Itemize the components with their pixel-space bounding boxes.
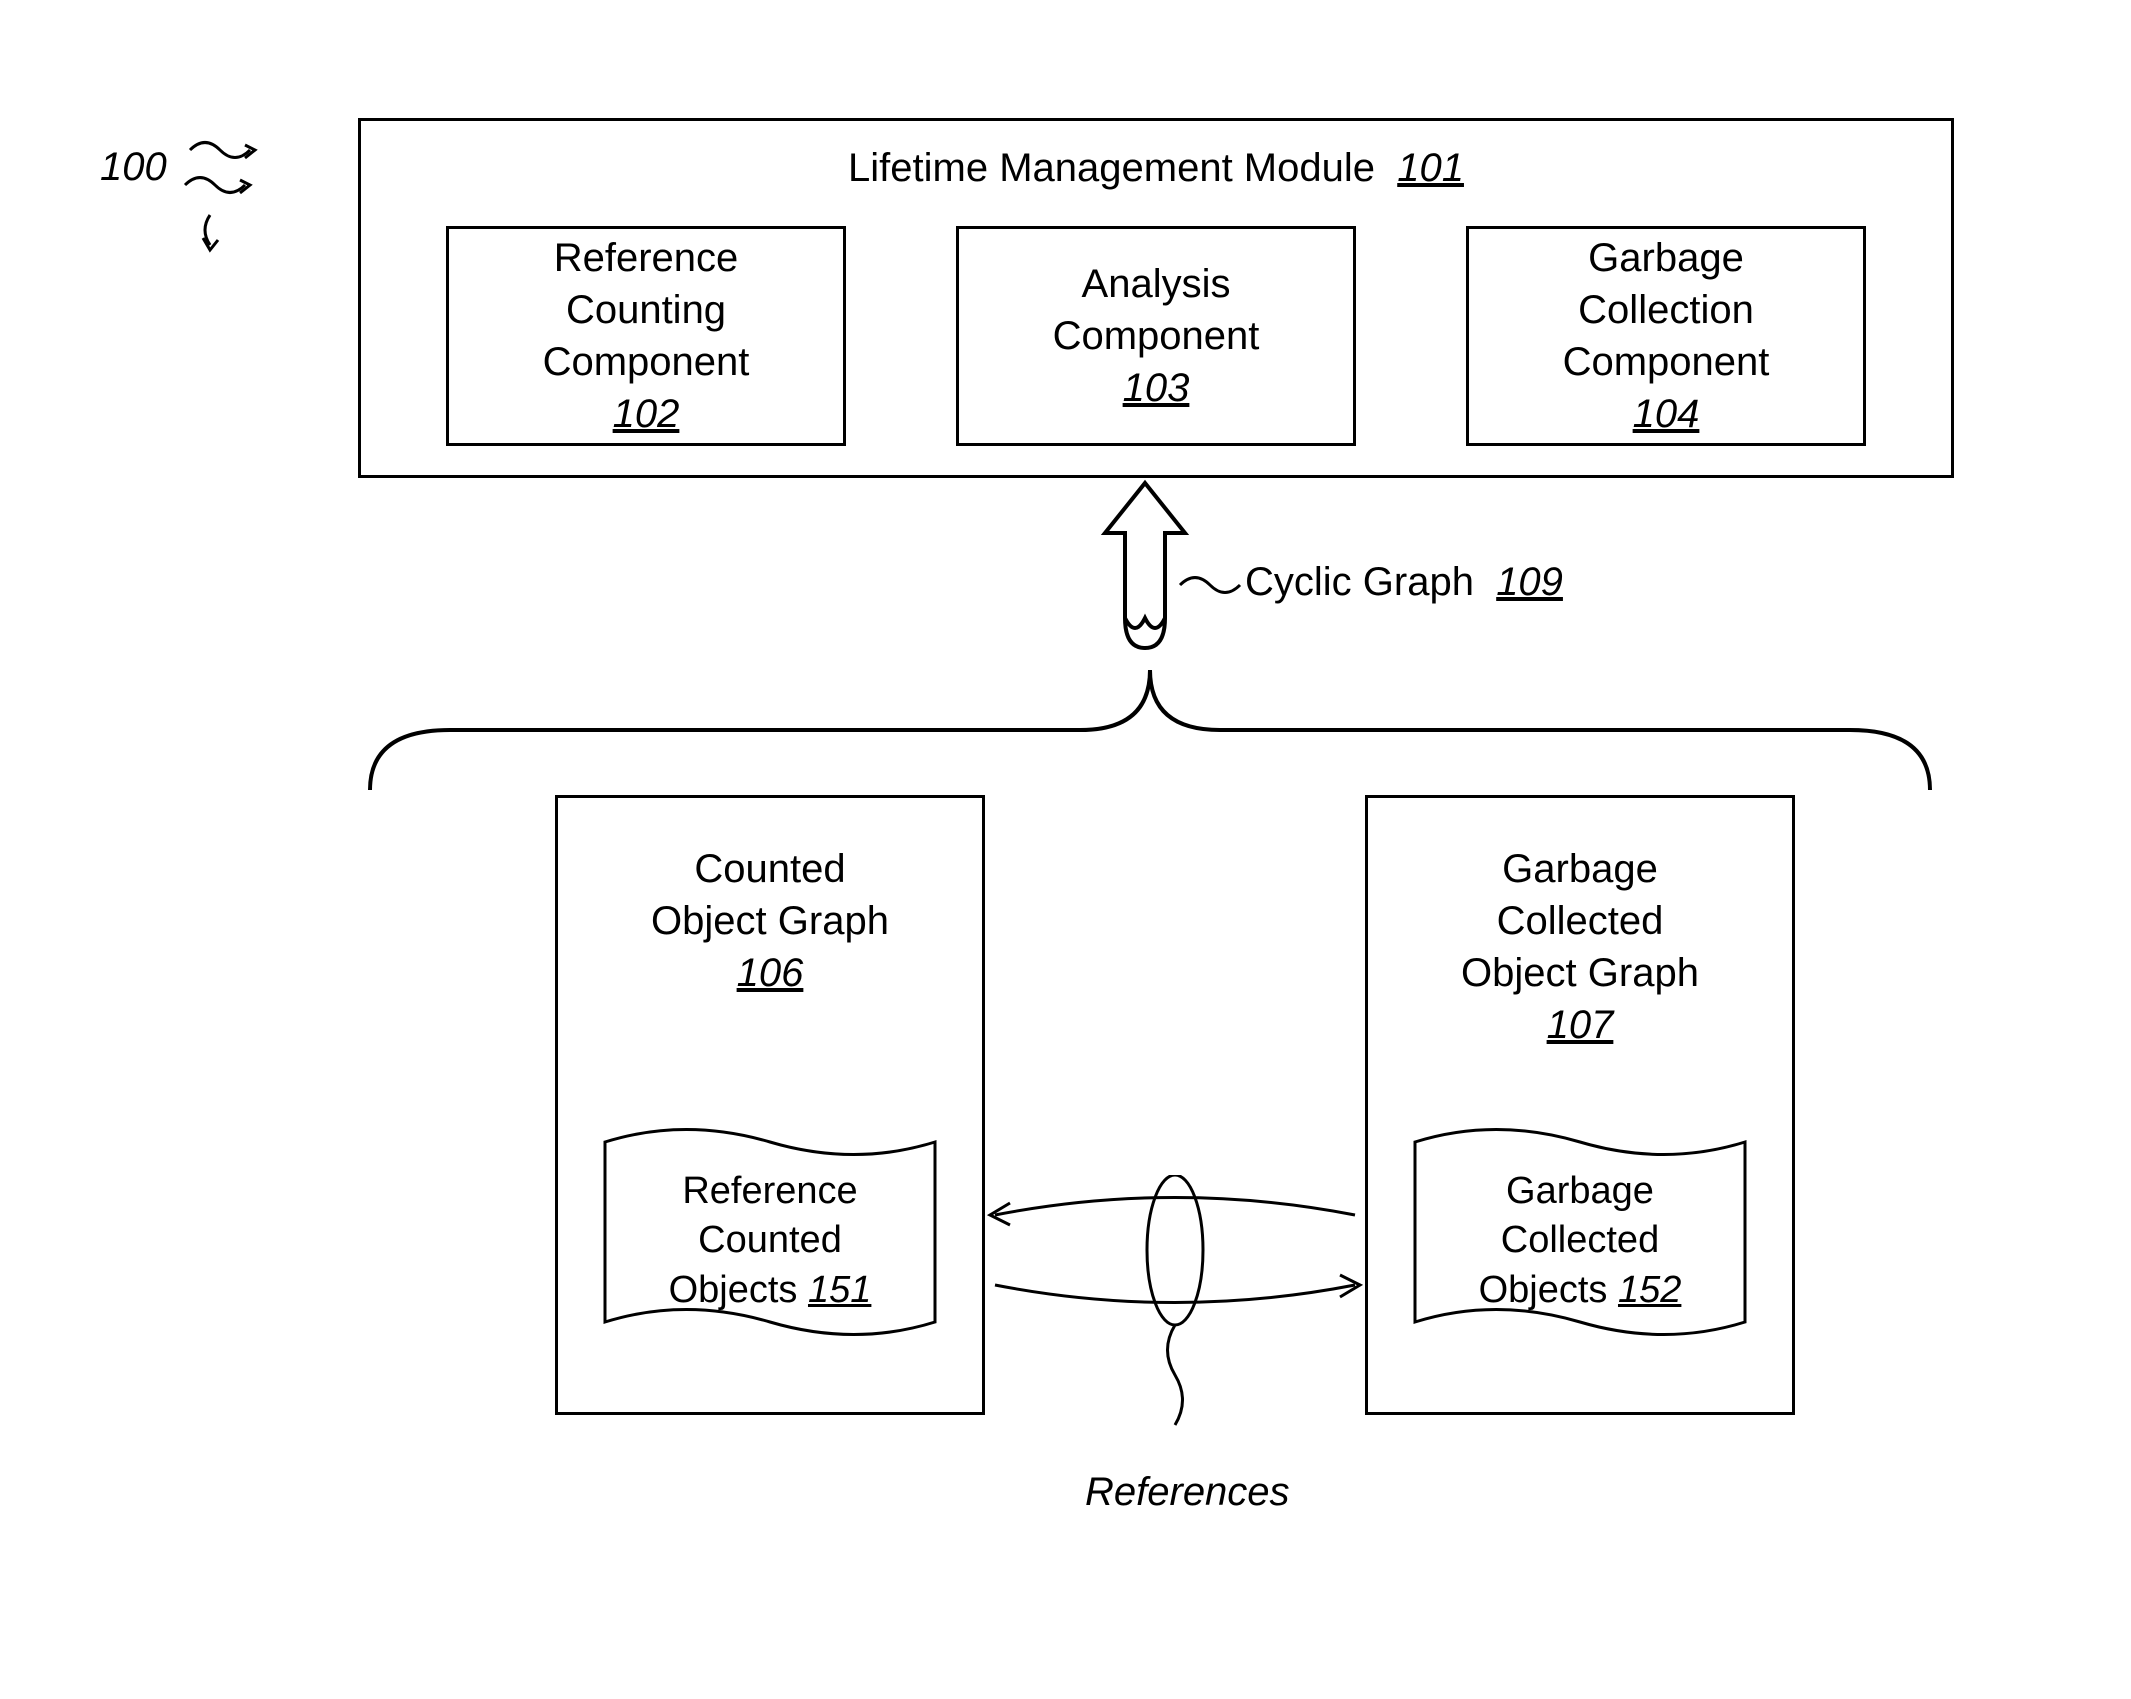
title-line: Counted (651, 843, 889, 895)
doc-line: Objects 151 (608, 1266, 932, 1315)
title-line: Object Graph (651, 895, 889, 947)
garbage-collection-component: Garbage Collection Component 104 (1466, 226, 1866, 446)
comp-line: Counting (566, 284, 726, 336)
lifetime-management-module: Lifetime Management Module 101 Reference… (358, 118, 1954, 478)
graph-num: 107 (1461, 999, 1699, 1051)
doc-label: Garbage Collected Objects 152 (1410, 1167, 1750, 1315)
doc-line: Garbage (1418, 1167, 1742, 1216)
graph-title: Counted Object Graph 106 (651, 843, 889, 999)
references-arrows-icon (985, 1175, 1365, 1435)
doc-label: Reference Counted Objects 151 (600, 1167, 940, 1315)
analysis-component: Analysis Component 103 (956, 226, 1356, 446)
graph-title: Garbage Collected Object Graph 107 (1461, 843, 1699, 1051)
comp-line: Reference (554, 232, 739, 284)
module-title-text: Lifetime Management Module (848, 146, 1375, 190)
doc-line: Counted (608, 1216, 932, 1265)
counted-object-graph: Counted Object Graph 106 Reference Count… (555, 795, 985, 1415)
title-line: Garbage (1461, 843, 1699, 895)
cyclic-num: 109 (1496, 560, 1563, 604)
comp-line: Component (543, 336, 750, 388)
bottom-graphs: Counted Object Graph 106 Reference Count… (555, 795, 1795, 1415)
squiggle-icon (180, 130, 300, 270)
title-line: Collected (1461, 895, 1699, 947)
title-line: Object Graph (1461, 947, 1699, 999)
garbage-collected-object-graph: Garbage Collected Object Graph 107 Garba… (1365, 795, 1795, 1415)
comp-line: Component (1053, 310, 1260, 362)
curly-brace-icon (350, 660, 1970, 800)
comp-line: Collection (1578, 284, 1754, 336)
reference-counting-component: Reference Counting Component 102 (446, 226, 846, 446)
garbage-collected-objects-doc: Garbage Collected Objects 152 (1410, 1112, 1750, 1352)
squiggle-connector-icon (1175, 560, 1245, 610)
comp-num: 102 (613, 388, 680, 440)
doc-line: Reference (608, 1167, 932, 1216)
comp-line: Component (1563, 336, 1770, 388)
module-title-num: 101 (1397, 146, 1464, 190)
cyclic-graph-label: Cyclic Graph 109 (1245, 560, 1563, 605)
comp-line: Analysis (1082, 258, 1231, 310)
cyclic-text: Cyclic Graph (1245, 560, 1474, 604)
components-row: Reference Counting Component 102 Analysi… (361, 226, 1951, 446)
comp-num: 103 (1123, 362, 1190, 414)
doc-line: Collected (1418, 1216, 1742, 1265)
comp-num: 104 (1633, 388, 1700, 440)
reference-counted-objects-doc: Reference Counted Objects 151 (600, 1112, 940, 1352)
figure-number: 100 (100, 145, 167, 190)
comp-line: Garbage (1588, 232, 1744, 284)
doc-line: Objects 152 (1418, 1266, 1742, 1315)
graph-num: 106 (651, 947, 889, 999)
references-label: References (1085, 1470, 1290, 1515)
module-title: Lifetime Management Module 101 (361, 146, 1951, 191)
